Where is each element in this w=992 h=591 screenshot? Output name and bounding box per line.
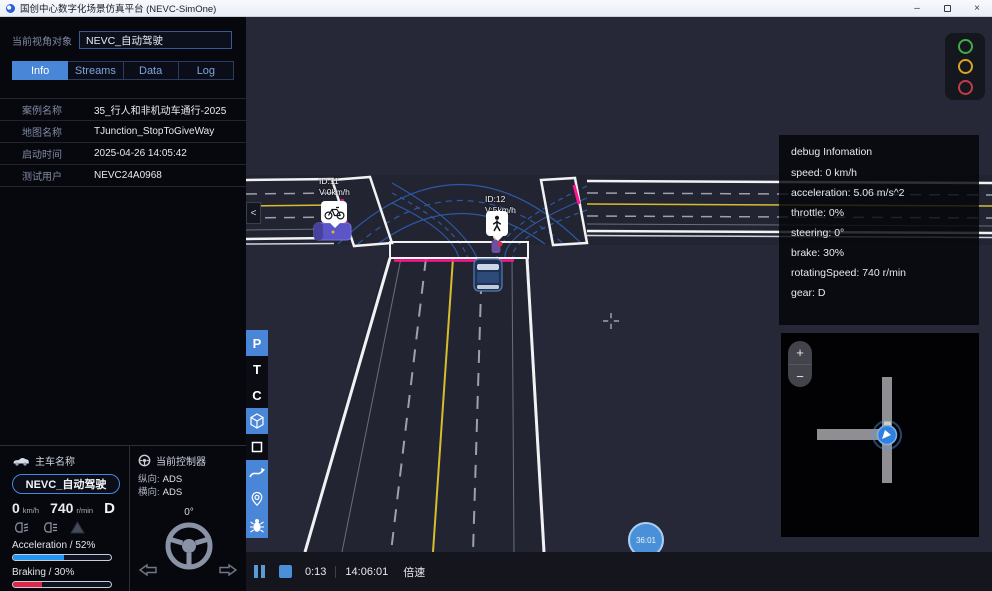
vehicle-name-button[interactable]: NEVC_自动驾驶 (12, 474, 120, 494)
tool-route-button[interactable] (246, 460, 268, 486)
tab-data[interactable]: Data (124, 61, 179, 80)
debug-gear: gear: D (791, 287, 967, 299)
maximize-icon (944, 5, 951, 12)
viewport-object-label: 当前视角对象 (12, 33, 72, 48)
pedestrian-bubble (486, 211, 508, 236)
steer-left-arrow-icon (138, 563, 158, 577)
steering-wheel-icon (163, 520, 215, 572)
scenario-timer-badge[interactable]: 36:01 (628, 522, 664, 552)
left-sidebar: 当前视角对象 Info Streams Data Log 案例名称 35_行人和… (0, 17, 246, 591)
tab-log[interactable]: Log (179, 61, 234, 80)
field-test-user: 测试用户 NEVC24A0968 (0, 165, 246, 187)
parking-icon: P (253, 336, 262, 351)
traffic-light-yellow-icon (958, 59, 973, 74)
ego-vehicle-panel: 主车名称 NEVC_自动驾驶 0 km/h 740 r/min D (0, 445, 246, 591)
low-beam-icon (12, 522, 29, 533)
debug-acceleration: acceleration: 5.06 m/s^2 (791, 187, 967, 199)
cyclist-label: ID:11 V:0km/h (319, 176, 350, 198)
zoom-in-button[interactable]: + (788, 341, 812, 364)
longitudinal-row: 纵向:ADS (138, 473, 240, 486)
lateral-row: 横向:ADS (138, 486, 240, 499)
debug-speed: speed: 0 km/h (791, 167, 967, 179)
viewport-object-input[interactable] (79, 31, 232, 49)
tab-info[interactable]: Info (12, 61, 68, 80)
traffic-icon: T (253, 362, 261, 377)
traffic-light-indicator (945, 33, 985, 100)
debug-panel-title: debug Infomation (791, 146, 967, 158)
close-icon: × (974, 3, 980, 14)
title-bar: 国创中心数字化场景仿真平台 (NEVC-SimOne) – × (0, 0, 992, 17)
playback-rate-button[interactable]: 倍速 (403, 564, 425, 580)
app-window: 国创中心数字化场景仿真平台 (NEVC-SimOne) – × 当前视角对象 I… (0, 0, 992, 591)
case-info-list: 案例名称 35_行人和非机动车通行-2025 地图名称 TJunction_St… (0, 98, 246, 187)
crosshair-cursor-icon (603, 313, 619, 329)
pause-button[interactable] (254, 565, 265, 578)
tool-debug-button[interactable] (246, 512, 268, 538)
tool-stop-button[interactable] (246, 434, 268, 460)
hazard-triangle-icon (70, 521, 85, 534)
bug-icon (249, 518, 265, 533)
tool-parking-button[interactable]: P (246, 330, 268, 356)
ego-vehicle[interactable] (474, 259, 502, 291)
debug-rotating-speed: rotatingSpeed: 740 r/min (791, 267, 967, 279)
route-icon (248, 466, 266, 480)
field-map-name: 地图名称 TJunction_StopToGiveWay (0, 121, 246, 143)
braking-label: Braking / 30% (12, 567, 123, 578)
debug-brake: brake: 30% (791, 247, 967, 259)
braking-bar (12, 581, 112, 588)
tool-traffic-button[interactable]: T (246, 356, 268, 382)
elapsed-time: 0:13 (305, 566, 326, 578)
panel-collapse-button[interactable]: < (246, 202, 261, 224)
scene-toolbar: P T C (246, 330, 268, 538)
cyclist-bubble (321, 201, 347, 223)
simulation-viewport[interactable]: < P T C (246, 17, 992, 552)
speed-readout: 0 km/h 740 r/min D (12, 500, 123, 517)
traffic-light-green-icon (958, 39, 973, 54)
app-title: 国创中心数字化场景仿真平台 (NEVC-SimOne) (20, 1, 216, 15)
app-logo-icon (6, 4, 15, 13)
steer-right-arrow-icon (218, 563, 238, 577)
minimap-panel[interactable]: + − (781, 333, 979, 537)
clock-time: 14:06:01 (345, 566, 388, 578)
sidebar-tabs: Info Streams Data Log (12, 61, 234, 80)
gear-indicator: D (104, 500, 115, 517)
controller-icon (138, 454, 151, 467)
car-icon (12, 456, 30, 466)
cube-icon (249, 413, 265, 429)
field-start-time: 启动时间 2025-04-26 14:05:42 (0, 143, 246, 165)
minimize-button[interactable]: – (902, 0, 932, 16)
debug-info-panel: debug Infomation speed: 0 km/h accelerat… (779, 135, 979, 325)
acceleration-bar (12, 554, 112, 561)
stop-square-icon (251, 441, 263, 453)
vehicle-name-label: 主车名称 (35, 453, 75, 468)
playbar-divider (335, 566, 336, 578)
debug-steering: steering: 0° (791, 227, 967, 239)
location-pin-icon (249, 491, 265, 507)
zoom-out-button[interactable]: − (788, 364, 812, 387)
camera-icon: C (252, 388, 261, 403)
high-beam-icon (41, 522, 58, 533)
minimap-zoom-controls: + − (788, 341, 812, 387)
traffic-light-red-icon (958, 80, 973, 95)
minimize-icon: – (914, 3, 920, 14)
steering-angle: 0° (138, 507, 240, 518)
close-button[interactable]: × (962, 0, 992, 16)
playback-bar: 0:13 14:06:01 倍速 (246, 552, 992, 591)
maximize-button[interactable] (932, 0, 962, 16)
field-case-name: 案例名称 35_行人和非机动车通行-2025 (0, 99, 246, 121)
bicycle-icon (324, 205, 345, 220)
walking-person-icon (491, 215, 503, 233)
tool-3d-view-button[interactable] (246, 408, 268, 434)
tool-camera-button[interactable]: C (246, 382, 268, 408)
controller-label: 当前控制器 (156, 453, 206, 468)
debug-throttle: throttle: 0% (791, 207, 967, 219)
tab-streams[interactable]: Streams (68, 61, 123, 80)
stop-button[interactable] (279, 565, 292, 578)
acceleration-label: Acceleration / 52% (12, 540, 123, 551)
tool-locate-button[interactable] (246, 486, 268, 512)
